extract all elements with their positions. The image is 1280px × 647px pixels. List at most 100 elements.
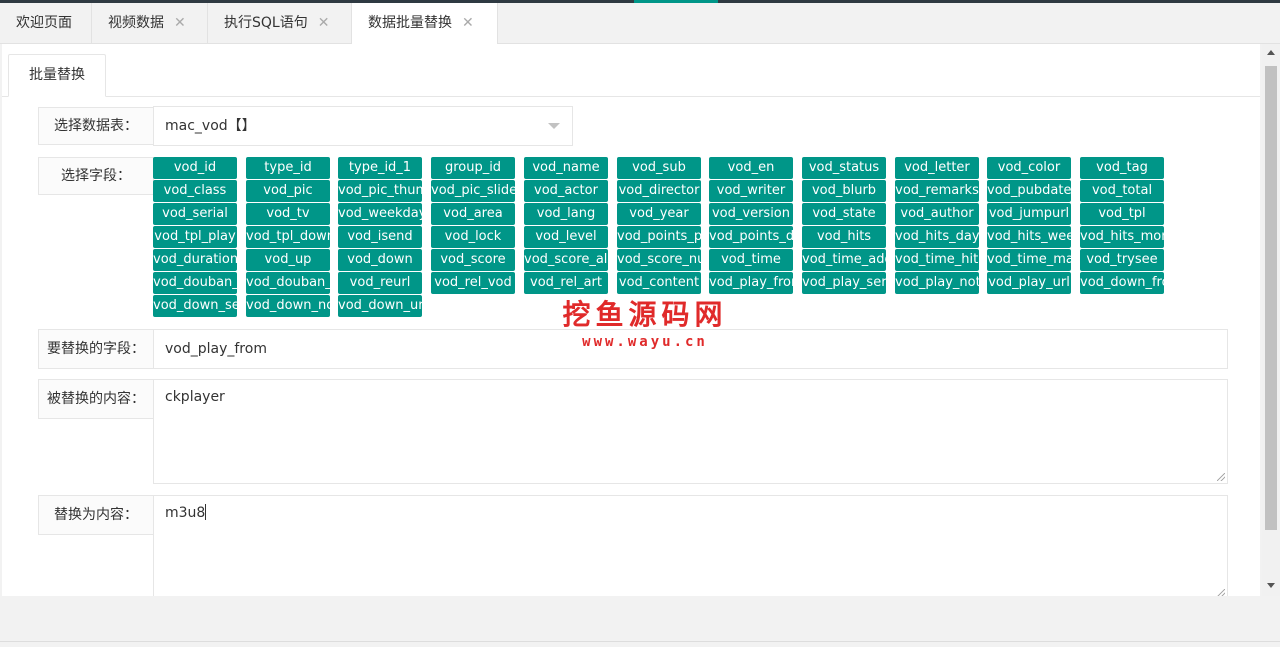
field-chip[interactable]: vod_en [709,157,793,179]
field-chip[interactable]: type_id_1 [338,157,422,179]
field-chip[interactable]: vod_trysee [1080,249,1164,271]
field-chip[interactable]: vod_score [431,249,515,271]
field-chip[interactable]: vod_time [709,249,793,271]
field-chip[interactable]: vod_time_make [987,249,1071,271]
field-chip[interactable]: vod_tpl_play [153,226,237,248]
table-select[interactable]: mac_vod【】 [153,106,573,146]
resize-handle-icon[interactable] [1217,589,1225,596]
field-chip[interactable]: vod_pic_thumb [338,180,422,202]
close-icon[interactable]: ✕ [174,15,186,31]
scroll-down-icon[interactable] [1267,583,1275,588]
scroll-up-icon[interactable] [1267,50,1275,55]
field-chip[interactable]: vod_down_note [246,295,330,317]
field-chip[interactable]: vod_letter [895,157,979,179]
field-chip[interactable]: vod_total [1080,180,1164,202]
field-chip[interactable]: vod_director [617,180,701,202]
target-field-label: 要替换的字段： [38,329,154,369]
watermark-en: www.wayu.cn [582,334,708,350]
field-chip[interactable]: vod_time_hits [895,249,979,271]
field-chip[interactable]: vod_blurb [802,180,886,202]
close-icon[interactable]: ✕ [318,15,330,31]
field-chip[interactable]: vod_state [802,203,886,225]
field-chip[interactable]: vod_down_url [338,295,422,317]
field-chip[interactable]: vod_area [431,203,515,225]
field-chip[interactable]: vod_down [338,249,422,271]
field-chip[interactable]: vod_serial [153,203,237,225]
field-chip[interactable]: vod_tpl [1080,203,1164,225]
field-chip[interactable]: vod_score_all [524,249,608,271]
field-chip[interactable]: vod_hits_day [895,226,979,248]
field-chip[interactable]: vod_hits [802,226,886,248]
field-chip[interactable]: vod_weekday [338,203,422,225]
field-chip[interactable]: vod_year [617,203,701,225]
tab-execute-sql[interactable]: 执行SQL语句 ✕ [208,3,352,43]
field-chip[interactable]: vod_tv [246,203,330,225]
field-chip[interactable]: vod_status [802,157,886,179]
tab-batch-replace[interactable]: 数据批量替换 ✕ [352,3,498,44]
field-chip[interactable]: vod_class [153,180,237,202]
tab-label: 数据批量替换 [368,15,452,31]
close-icon[interactable]: ✕ [462,15,474,31]
field-chip[interactable]: vod_jumpurl [987,203,1071,225]
field-chip[interactable]: vod_play_from [709,272,793,294]
field-chip[interactable]: vod_writer [709,180,793,202]
field-chip[interactable]: vod_points_down [709,226,793,248]
replace-textarea[interactable]: m3u8 [153,495,1228,596]
field-chip[interactable]: vod_version [709,203,793,225]
field-chip[interactable]: vod_reurl [338,272,422,294]
field-chip[interactable]: vod_rel_art [524,272,608,294]
field-chip[interactable]: vod_play_note [895,272,979,294]
field-chip[interactable]: vod_pic_slide [431,180,515,202]
find-textarea[interactable]: ckplayer [153,379,1228,484]
text-caret [205,504,207,520]
vertical-scrollbar[interactable] [1262,44,1280,596]
field-chip[interactable]: vod_isend [338,226,422,248]
field-chip[interactable]: vod_tpl_down [246,226,330,248]
field-chip[interactable]: vod_down_server [153,295,237,317]
field-chip[interactable]: vod_down_from [1080,272,1164,294]
field-chip[interactable]: vod_sub [617,157,701,179]
tab-welcome[interactable]: 欢迎页面 [0,3,92,43]
field-chip[interactable]: vod_points_play [617,226,701,248]
find-value: ckplayer [165,389,225,405]
field-chip[interactable]: vod_douban_score [246,272,330,294]
target-field-value: vod_play_from [165,341,267,357]
scroll-thumb[interactable] [1265,66,1277,530]
field-chip[interactable]: vod_lang [524,203,608,225]
bottom-divider [0,641,1280,642]
field-chip[interactable]: vod_play_url [987,272,1071,294]
subtab-batch-replace[interactable]: 批量替换 [8,54,106,97]
field-chip[interactable]: vod_remarks [895,180,979,202]
field-chip[interactable]: vod_score_num [617,249,701,271]
field-chip[interactable]: type_id [246,157,330,179]
field-chip[interactable]: vod_actor [524,180,608,202]
field-chip[interactable]: vod_douban_id [153,272,237,294]
table-select-value: mac_vod【】 [165,118,256,134]
field-chip[interactable]: vod_author [895,203,979,225]
fields-label: 选择字段： [38,157,154,195]
subtab-bar: 批量替换 [2,44,1260,97]
field-chip[interactable]: vod_duration [153,249,237,271]
field-chip[interactable]: vod_pubdate [987,180,1071,202]
field-chip[interactable]: vod_hits_week [987,226,1071,248]
bottom-area [0,596,1280,647]
field-chip[interactable]: vod_id [153,157,237,179]
field-chip[interactable]: vod_content [617,272,701,294]
field-chip[interactable]: vod_tag [1080,157,1164,179]
field-chip[interactable]: vod_pic [246,180,330,202]
tab-video-data[interactable]: 视频数据 ✕ [92,3,208,43]
field-chip[interactable]: group_id [431,157,515,179]
field-chip[interactable]: vod_up [246,249,330,271]
field-chip[interactable]: vod_hits_month [1080,226,1164,248]
watermark-cn: 挖鱼源码网 [562,298,728,331]
field-chip[interactable]: vod_name [524,157,608,179]
field-chip[interactable]: vod_rel_vod [431,272,515,294]
tab-bar: 欢迎页面 视频数据 ✕ 执行SQL语句 ✕ 数据批量替换 ✕ [0,3,1280,44]
field-chip[interactable]: vod_color [987,157,1071,179]
field-chip[interactable]: vod_level [524,226,608,248]
field-chip[interactable]: vod_time_add [802,249,886,271]
watermark: 挖鱼源码网 www.wayu.cn [560,297,730,351]
field-chip[interactable]: vod_play_server [802,272,886,294]
field-chip[interactable]: vod_lock [431,226,515,248]
resize-handle-icon[interactable] [1217,473,1225,481]
